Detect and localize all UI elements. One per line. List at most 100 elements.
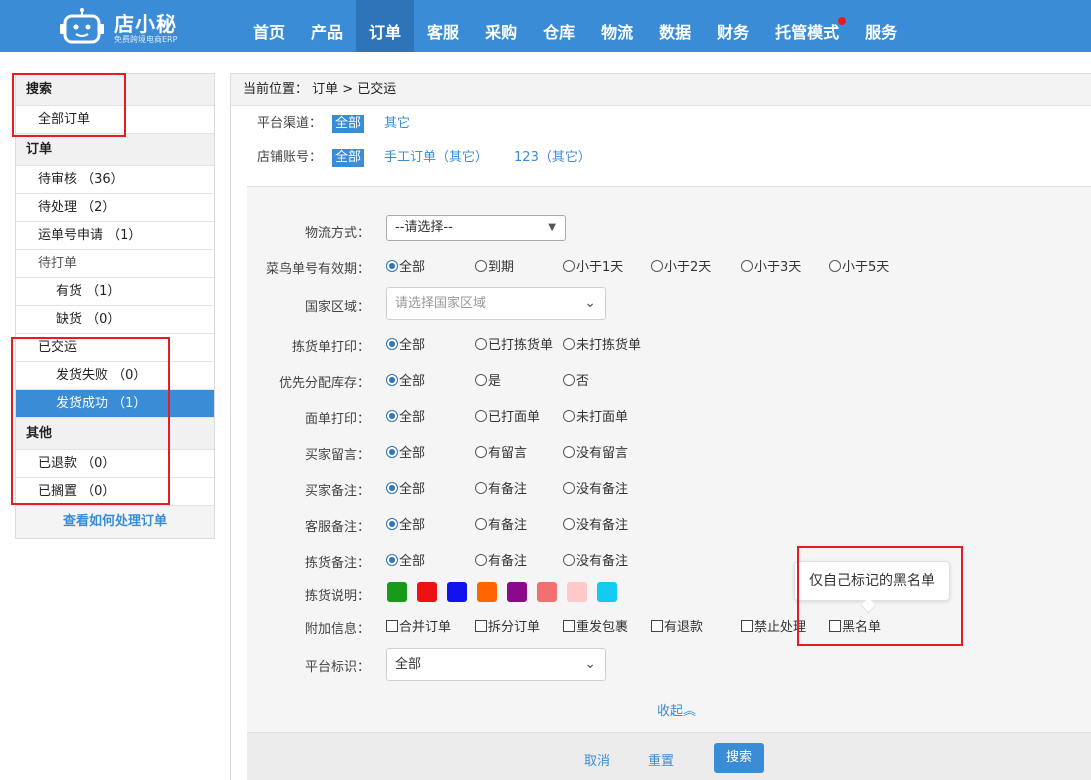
pick-note-has[interactable]: 有备注 (475, 550, 527, 569)
store-manual-link[interactable]: 手工订单（其它） (384, 148, 488, 168)
store-filter: 店铺账号： 全部 手工订单（其它） 123（其它） (257, 148, 621, 168)
radio-icon (475, 445, 487, 458)
nav-finance[interactable]: 财务 (704, 0, 762, 52)
sidebar-item-refunded[interactable]: 已退款 （0） (16, 450, 214, 478)
nav-orders[interactable]: 订单 (356, 0, 415, 52)
logo-subtitle: 免费跨境电商ERP (114, 35, 178, 44)
sidebar-item-pending-review[interactable]: 待审核 （36） (16, 166, 214, 194)
buyer-message-has[interactable]: 有留言 (475, 442, 527, 461)
collapse-toggle[interactable]: 收起︽ (657, 700, 696, 719)
app-logo[interactable]: 店小秘 免费跨境电商ERP (60, 6, 190, 46)
extra-info-label: 附加信息： (304, 622, 370, 637)
nav-home[interactable]: 首页 (240, 0, 298, 52)
sidebar-item-pending-print[interactable]: 待打单 (16, 250, 214, 278)
store-account-link[interactable]: 123（其它） (514, 148, 591, 168)
cainiao-option-lt2d[interactable]: 小于2天 (651, 256, 711, 275)
buyer-message-none[interactable]: 没有留言 (563, 442, 628, 461)
sheet-print-printed[interactable]: 已打面单 (475, 406, 540, 425)
cainiao-option-lt3d[interactable]: 小于3天 (741, 256, 801, 275)
color-swatch-purple[interactable] (507, 582, 527, 602)
color-swatch-pink[interactable] (567, 582, 587, 602)
sidebar-item-ship-failed[interactable]: 发货失败 （0） (16, 362, 214, 390)
sidebar-item-shipped[interactable]: 已交运 (16, 334, 214, 362)
nav-hosting-mode[interactable]: 托管模式 (762, 0, 852, 52)
store-all-tag[interactable]: 全部 (332, 149, 365, 167)
option-label: 有备注 (488, 482, 528, 497)
color-swatch-red[interactable] (417, 582, 437, 602)
extra-forbid-process[interactable]: 禁止处理 (741, 616, 806, 635)
option-label: 未打面单 (576, 410, 629, 425)
breadcrumb: 当前位置： 订单 > 已交运 (231, 74, 1091, 106)
extra-split-order[interactable]: 拆分订单 (475, 616, 540, 635)
cainiao-option-lt5d[interactable]: 小于5天 (829, 256, 889, 275)
nav-products[interactable]: 产品 (298, 0, 356, 52)
cs-note-has[interactable]: 有备注 (475, 514, 527, 533)
radio-icon (563, 445, 575, 458)
nav-hosting-mode-label: 托管模式 (775, 23, 840, 42)
platform-other-link[interactable]: 其它 (384, 114, 410, 134)
extra-resend-package[interactable]: 重发包裹 (563, 616, 628, 635)
color-swatch-orange[interactable] (477, 582, 497, 602)
color-swatch-green[interactable] (387, 582, 407, 602)
cainiao-option-lt1d[interactable]: 小于1天 (563, 256, 623, 275)
sidebar-item-out-of-stock[interactable]: 缺货 （0） (16, 306, 214, 334)
option-label: 没有备注 (576, 554, 629, 569)
sidebar-item-on-hold[interactable]: 已搁置 （0） (16, 478, 214, 506)
logistics-select[interactable]: --请选择-- ▼ (386, 215, 566, 241)
country-select[interactable]: 请选择国家区域 ⌄ (386, 287, 606, 320)
sheet-print-unprinted[interactable]: 未打面单 (563, 406, 628, 425)
cs-note-all[interactable]: 全部 (386, 514, 425, 533)
nav-customer-service[interactable]: 客服 (414, 0, 472, 52)
pick-desc-label: 拣货说明： (304, 589, 370, 604)
help-link[interactable]: 查看如何处理订单 (16, 506, 214, 538)
sidebar-group-other: 其他 (16, 418, 214, 450)
radio-checked-icon (386, 337, 398, 350)
pick-print-all[interactable]: 全部 (386, 334, 425, 353)
sidebar-item-pending-process[interactable]: 待处理 （2） (16, 194, 214, 222)
platform-all-tag[interactable]: 全部 (332, 115, 365, 133)
pick-print-printed[interactable]: 已打拣货单 (475, 334, 553, 353)
buyer-note-all[interactable]: 全部 (386, 478, 425, 497)
color-swatch-salmon[interactable] (537, 582, 557, 602)
nav-services[interactable]: 服务 (852, 0, 910, 52)
country-label: 国家区域： (304, 300, 370, 315)
cs-note-none[interactable]: 没有备注 (563, 514, 628, 533)
sidebar-item-in-stock[interactable]: 有货 （1） (16, 278, 214, 306)
search-button[interactable]: 搜索 (714, 743, 764, 773)
cainiao-option-expired[interactable]: 到期 (475, 256, 514, 275)
nav-purchasing[interactable]: 采购 (472, 0, 530, 52)
color-swatch-cyan[interactable] (597, 582, 617, 602)
action-bar: 取消 重置 搜索 (247, 732, 1091, 780)
reset-button[interactable]: 重置 (648, 750, 674, 769)
buyer-note-none[interactable]: 没有备注 (563, 478, 628, 497)
option-label: 全部 (399, 410, 426, 425)
pick-note-none[interactable]: 没有备注 (563, 550, 628, 569)
option-label: 小于5天 (842, 260, 890, 275)
sheet-print-all[interactable]: 全部 (386, 406, 425, 425)
sidebar-item-all-orders[interactable]: 全部订单 (16, 106, 214, 134)
sidebar-item-waybill-apply[interactable]: 运单号申请 （1） (16, 222, 214, 250)
option-label: 全部 (399, 518, 426, 533)
buyer-note-has[interactable]: 有备注 (475, 478, 527, 497)
extra-merge-order[interactable]: 合并订单 (386, 616, 451, 635)
sidebar-item-ship-success[interactable]: 发货成功 （1） (16, 390, 214, 418)
nav-data[interactable]: 数据 (646, 0, 704, 52)
pick-note-all[interactable]: 全部 (386, 550, 425, 569)
priority-stock-all[interactable]: 全部 (386, 370, 425, 389)
cainiao-option-all[interactable]: 全部 (386, 256, 425, 275)
checkbox-icon (829, 619, 841, 632)
nav-logistics[interactable]: 物流 (588, 0, 646, 52)
extra-has-refund[interactable]: 有退款 (651, 616, 703, 635)
buyer-message-all[interactable]: 全部 (386, 442, 425, 461)
color-swatch-blue[interactable] (447, 582, 467, 602)
cancel-button[interactable]: 取消 (584, 750, 610, 769)
platform-tag-select[interactable]: 全部 ⌄ (386, 648, 606, 681)
priority-stock-no[interactable]: 否 (563, 370, 589, 389)
priority-stock-yes[interactable]: 是 (475, 370, 501, 389)
logistics-label: 物流方式： (304, 226, 370, 241)
extra-blacklist[interactable]: 黑名单 (829, 616, 881, 635)
radio-icon (475, 259, 487, 272)
pick-print-unprinted[interactable]: 未打拣货单 (563, 334, 641, 353)
nav-warehouse[interactable]: 仓库 (530, 0, 588, 52)
option-label: 有退款 (664, 620, 704, 635)
